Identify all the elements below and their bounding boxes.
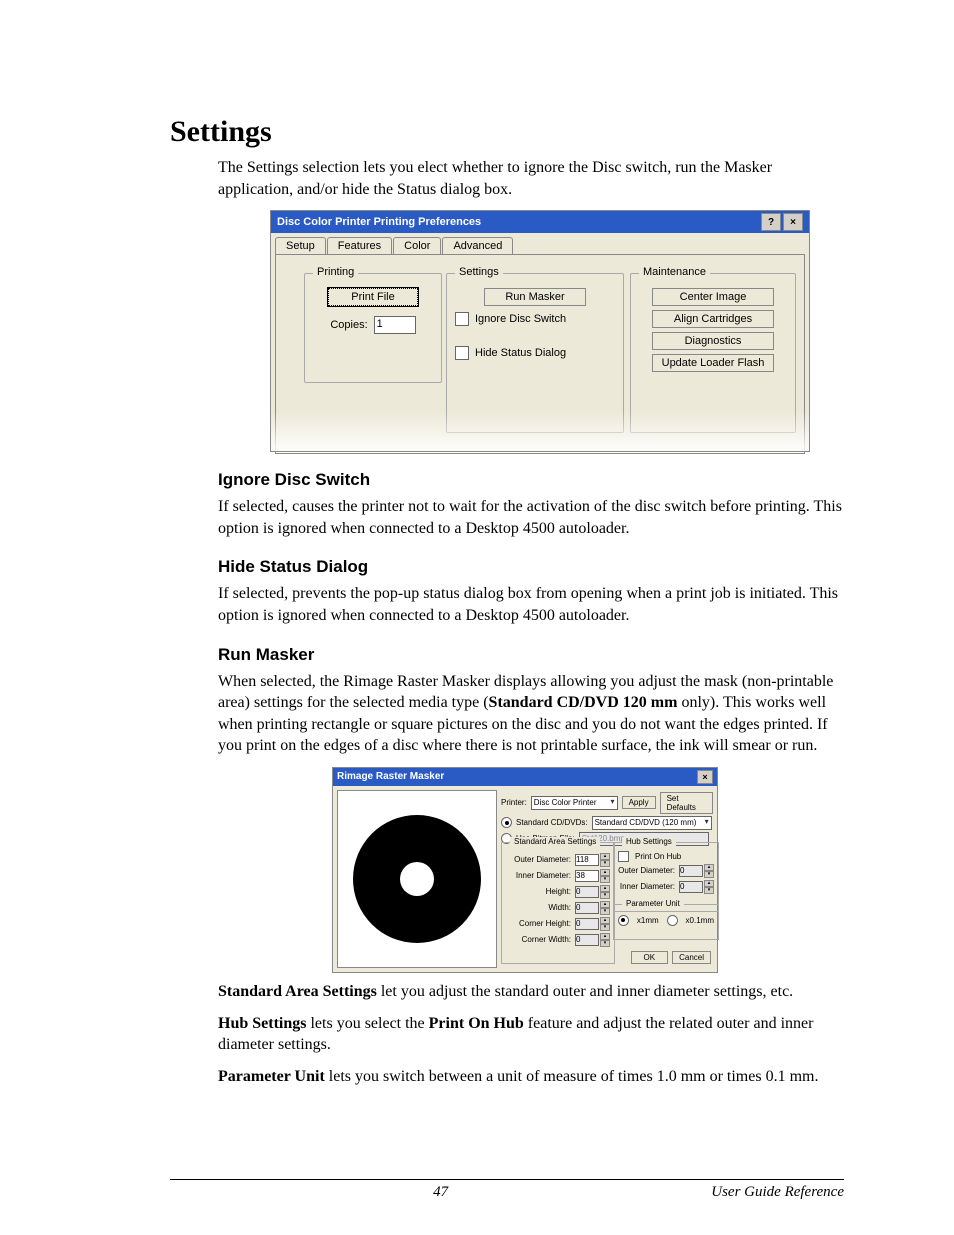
spin-down-icon: ▾ [704, 887, 714, 894]
diagnostics-button[interactable]: Diagnostics [652, 332, 774, 350]
hub-inner-diameter-input: 0 [679, 881, 703, 893]
standard-cddvd-select[interactable]: Standard CD/DVD (120 mm) [592, 816, 712, 830]
width-label: Width: [506, 903, 571, 912]
tab-advanced[interactable]: Advanced [442, 237, 513, 254]
unit-x1mm-radio[interactable] [618, 915, 629, 926]
unit-x1mm-label: x1mm [637, 916, 659, 925]
copies-input[interactable]: 1 [374, 316, 416, 334]
body-text: If selected, causes the printer not to w… [218, 496, 844, 539]
section-heading: Hide Status Dialog [218, 557, 844, 577]
height-input: 0 [575, 886, 599, 898]
spin-up-icon: ▴ [600, 885, 610, 892]
group-title: Standard Area Settings [510, 837, 600, 846]
ignore-disc-switch-label: Ignore Disc Switch [475, 313, 566, 325]
print-file-button[interactable]: Print File [328, 288, 418, 306]
body-text: When selected, the Rimage Raster Masker … [218, 671, 844, 757]
tab-setup[interactable]: Setup [275, 237, 326, 254]
group-settings: Settings Run Masker Ignore Disc Switch H… [446, 273, 624, 433]
body-text: Standard Area Settings let you adjust th… [218, 981, 844, 1003]
cancel-button[interactable]: Cancel [672, 951, 711, 964]
preferences-dialog: Disc Color Printer Printing Preferences … [270, 210, 810, 452]
tab-features[interactable]: Features [327, 237, 392, 254]
close-icon[interactable]: × [697, 770, 713, 784]
footer-doc-title: User Guide Reference [711, 1184, 844, 1201]
body-text: Hub Settings lets you select the Print O… [218, 1013, 844, 1056]
hub-outer-diameter-input: 0 [679, 865, 703, 877]
corner-height-label: Corner Height: [506, 919, 571, 928]
update-loader-flash-button[interactable]: Update Loader Flash [652, 354, 774, 372]
group-title: Parameter Unit [622, 899, 684, 908]
printer-select[interactable]: Disc Color Printer [531, 796, 618, 810]
spin-down-icon: ▾ [600, 892, 610, 899]
masker-dialog: Rimage Raster Masker × Printer: Disc Col… [332, 767, 718, 973]
spin-down-icon: ▾ [600, 940, 610, 947]
hub-outer-diameter-label: Outer Diameter: [618, 866, 675, 875]
intro-text: The Settings selection lets you elect wh… [218, 157, 844, 200]
width-input: 0 [575, 902, 599, 914]
group-title: Settings [455, 266, 503, 278]
corner-width-input: 0 [575, 934, 599, 946]
unit-x01mm-radio[interactable] [667, 915, 678, 926]
body-text: If selected, prevents the pop-up status … [218, 583, 844, 626]
run-masker-button[interactable]: Run Masker [484, 288, 586, 306]
inner-diameter-label: Inner Diameter: [506, 871, 571, 880]
outer-diameter-label: Outer Diameter: [506, 855, 571, 864]
align-cartridges-button[interactable]: Align Cartridges [652, 310, 774, 328]
help-icon[interactable]: ? [761, 213, 781, 231]
tab-color[interactable]: Color [393, 237, 441, 254]
group-title: Printing [313, 266, 358, 278]
height-label: Height: [506, 887, 571, 896]
section-heading: Run Masker [218, 645, 844, 665]
spin-up-icon: ▴ [704, 864, 714, 871]
group-standard-area: Standard Area Settings Outer Diameter:11… [501, 842, 615, 964]
center-image-button[interactable]: Center Image [652, 288, 774, 306]
standard-cddvd-label: Standard CD/DVDs: [516, 818, 588, 827]
group-title: Maintenance [639, 266, 710, 278]
hide-status-dialog-label: Hide Status Dialog [475, 347, 566, 359]
print-on-hub-label: Print On Hub [635, 852, 681, 861]
print-on-hub-checkbox[interactable] [618, 851, 629, 862]
unit-x01mm-label: x0.1mm [686, 916, 714, 925]
group-printing: Printing Print File Copies: 1 [304, 273, 442, 383]
spin-up-icon[interactable]: ▴ [600, 869, 610, 876]
outer-diameter-input[interactable]: 118 [575, 854, 599, 866]
spin-up-icon: ▴ [600, 917, 610, 924]
dialog-title: Disc Color Printer Printing Preferences [277, 216, 481, 228]
spin-up-icon: ▴ [704, 880, 714, 887]
spin-down-icon[interactable]: ▾ [600, 860, 610, 867]
spin-down-icon: ▾ [704, 871, 714, 878]
hide-status-dialog-checkbox[interactable] [455, 346, 469, 360]
corner-width-label: Corner Width: [506, 935, 571, 944]
hub-inner-diameter-label: Inner Diameter: [618, 882, 675, 891]
inner-diameter-input[interactable]: 38 [575, 870, 599, 882]
apply-button[interactable]: Apply [622, 796, 656, 809]
spin-up-icon: ▴ [600, 901, 610, 908]
spin-up-icon: ▴ [600, 933, 610, 940]
spin-down-icon[interactable]: ▾ [600, 876, 610, 883]
spin-down-icon: ▾ [600, 924, 610, 931]
copies-label: Copies: [330, 319, 367, 331]
dialog-title: Rimage Raster Masker [337, 771, 444, 782]
close-icon[interactable]: × [783, 213, 803, 231]
page-title: Settings [170, 115, 844, 149]
standard-cddvd-radio[interactable] [501, 817, 512, 828]
group-parameter-unit: Parameter Unit x1mm x0.1mm [613, 904, 719, 940]
spin-up-icon[interactable]: ▴ [600, 853, 610, 860]
set-defaults-button[interactable]: Set Defaults [660, 792, 713, 814]
corner-height-input: 0 [575, 918, 599, 930]
group-title: Hub Settings [622, 837, 676, 846]
ok-button[interactable]: OK [631, 951, 669, 964]
disc-preview [337, 790, 497, 968]
ignore-disc-switch-checkbox[interactable] [455, 312, 469, 326]
page-number: 47 [433, 1184, 448, 1201]
section-heading: Ignore Disc Switch [218, 470, 844, 490]
printer-label: Printer: [501, 798, 527, 807]
body-text: Parameter Unit lets you switch between a… [218, 1066, 844, 1088]
spin-down-icon: ▾ [600, 908, 610, 915]
group-maintenance: Maintenance Center Image Align Cartridge… [630, 273, 796, 433]
